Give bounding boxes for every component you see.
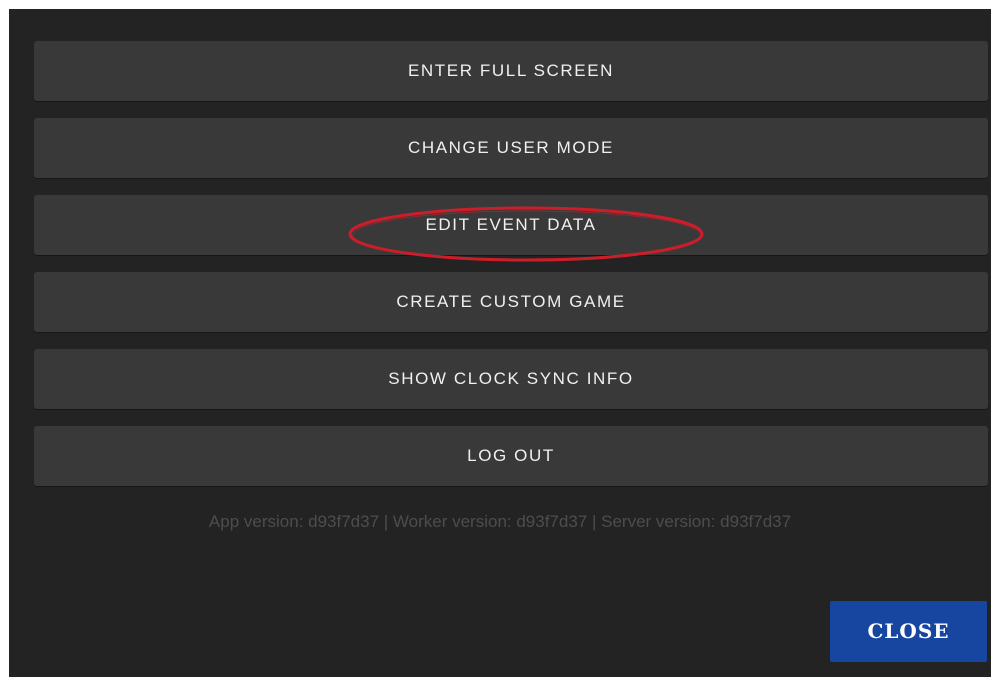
close-button[interactable]: CLOSE [830, 601, 987, 662]
log-out-button[interactable]: LOG OUT [34, 426, 988, 486]
change-user-mode-button[interactable]: CHANGE USER MODE [34, 118, 988, 178]
enter-full-screen-button[interactable]: ENTER FULL SCREEN [34, 41, 988, 101]
version-info: App version: d93f7d37 | Worker version: … [208, 512, 792, 531]
create-custom-game-button[interactable]: CREATE CUSTOM GAME [34, 272, 988, 332]
show-clock-sync-info-button[interactable]: SHOW CLOCK SYNC INFO [34, 349, 988, 409]
edit-event-data-button[interactable]: EDIT EVENT DATA [34, 195, 988, 255]
settings-dialog: ENTER FULL SCREEN CHANGE USER MODE EDIT … [9, 9, 991, 677]
